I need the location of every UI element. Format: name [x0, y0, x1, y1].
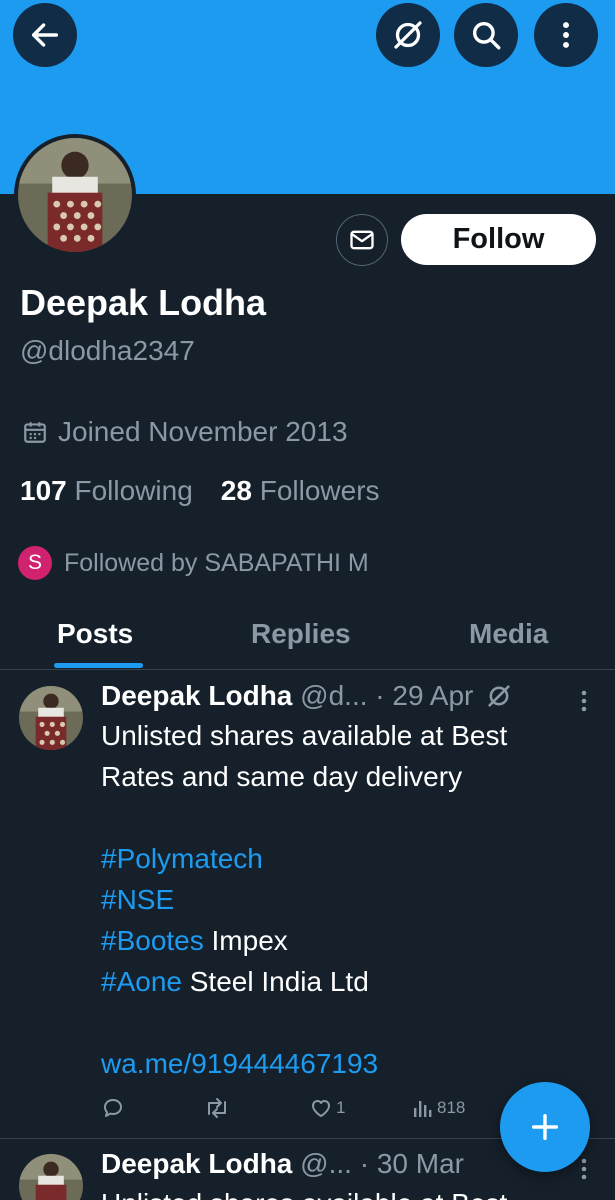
profile-avatar[interactable] [14, 134, 136, 256]
more-vertical-icon [563, 22, 569, 48]
post-actions: 1 818 [101, 1096, 501, 1126]
post-date[interactable]: · 30 Mar [360, 1148, 464, 1180]
profile-tabs: Posts Replies Media [0, 600, 615, 670]
post-header: Deepak Lodha @... · 30 Mar [101, 1148, 464, 1180]
avatar-image [19, 1154, 83, 1200]
hashtag-link[interactable]: #Polymatech [101, 843, 263, 874]
message-button[interactable] [336, 214, 388, 266]
post-text-line: Unlisted shares available at Best [101, 1183, 581, 1200]
post-author-name[interactable]: Deepak Lodha [101, 680, 292, 712]
like-count: 1 [336, 1098, 346, 1117]
more-options-button[interactable] [534, 3, 598, 67]
post-text-line: Unlisted shares available at Best [101, 720, 508, 751]
hashtag-suffix: Steel India Ltd [181, 966, 369, 997]
reply-icon [104, 1099, 122, 1117]
tab-posts[interactable]: Posts [57, 618, 133, 650]
post-text: Unlisted shares available at Best Rates … [101, 715, 581, 1084]
hashtag-line: #Bootes Impex [101, 920, 581, 961]
more-vertical-icon[interactable] [574, 1156, 594, 1182]
post-author-name[interactable]: Deepak Lodha [101, 1148, 292, 1180]
views-button[interactable]: 818 [412, 1096, 465, 1120]
follow-stats: 107 Following 28 Followers [20, 475, 380, 507]
repost-button[interactable] [203, 1096, 231, 1120]
grok-icon [394, 21, 422, 49]
grok-button[interactable] [376, 3, 440, 67]
active-tab-indicator [54, 663, 143, 668]
follower-avatar: S [16, 544, 54, 582]
profile-handle: @dlodha2347 [20, 335, 195, 366]
post-author-handle[interactable]: @... [300, 1148, 352, 1180]
arrow-left-icon [31, 23, 59, 47]
follow-button[interactable]: Follow [401, 214, 596, 265]
hashtag-line: #NSE [101, 879, 581, 920]
reply-button[interactable] [101, 1096, 125, 1120]
search-icon [472, 21, 501, 50]
tab-replies[interactable]: Replies [251, 618, 351, 650]
post-date[interactable]: · 29 Apr [375, 680, 473, 712]
tab-media[interactable]: Media [469, 618, 548, 650]
like-button[interactable]: 1 [309, 1096, 345, 1120]
followers-count: 28 [220, 475, 252, 506]
repost-icon [208, 1098, 226, 1118]
more-vertical-icon[interactable] [574, 688, 594, 714]
hashtag-link[interactable]: #NSE [101, 884, 174, 915]
followed-by-text: Followed by SABAPATHI M [64, 548, 369, 577]
followed-by[interactable]: S Followed by SABAPATHI M [16, 544, 369, 582]
hashtag-line: #Aone Steel India Ltd [101, 961, 581, 1002]
hashtag-line: #Polymatech [101, 838, 581, 879]
following-label: Following [74, 475, 193, 506]
calendar-icon [24, 422, 46, 443]
heart-icon [312, 1100, 330, 1117]
hashtag-link[interactable]: #Bootes [101, 925, 204, 956]
post-avatar[interactable] [19, 686, 83, 750]
followers-label: Followers [259, 475, 380, 506]
envelope-icon [350, 230, 374, 250]
avatar-image [18, 138, 132, 252]
post-link[interactable]: wa.me/919444467193 [101, 1048, 378, 1079]
hashtag-suffix: Impex [203, 925, 288, 956]
grok-icon[interactable] [485, 682, 513, 710]
following-count: 107 [20, 475, 67, 506]
back-button[interactable] [13, 3, 77, 67]
post-author-handle[interactable]: @d... [300, 680, 367, 712]
profile-name: Deepak Lodha [20, 282, 267, 323]
hashtag-link[interactable]: #Aone [101, 966, 182, 997]
post-text-line: Rates and same day delivery [101, 761, 463, 792]
followers-stat[interactable]: 28 Followers [221, 475, 380, 507]
post-avatar[interactable] [19, 1154, 83, 1200]
compose-post-button[interactable] [500, 1082, 590, 1172]
post-text: Unlisted shares available at Best [101, 1183, 581, 1200]
views-icon [414, 1101, 432, 1117]
avatar-image [19, 686, 83, 750]
following-stat[interactable]: 107 Following [20, 475, 193, 507]
search-button[interactable] [454, 3, 518, 67]
post-header: Deepak Lodha @d... · 29 Apr [101, 680, 513, 712]
view-count: 818 [437, 1098, 466, 1117]
joined-text: Joined November 2013 [58, 416, 348, 447]
plus-icon [531, 1113, 559, 1141]
joined-date: Joined November 2013 [22, 416, 348, 448]
